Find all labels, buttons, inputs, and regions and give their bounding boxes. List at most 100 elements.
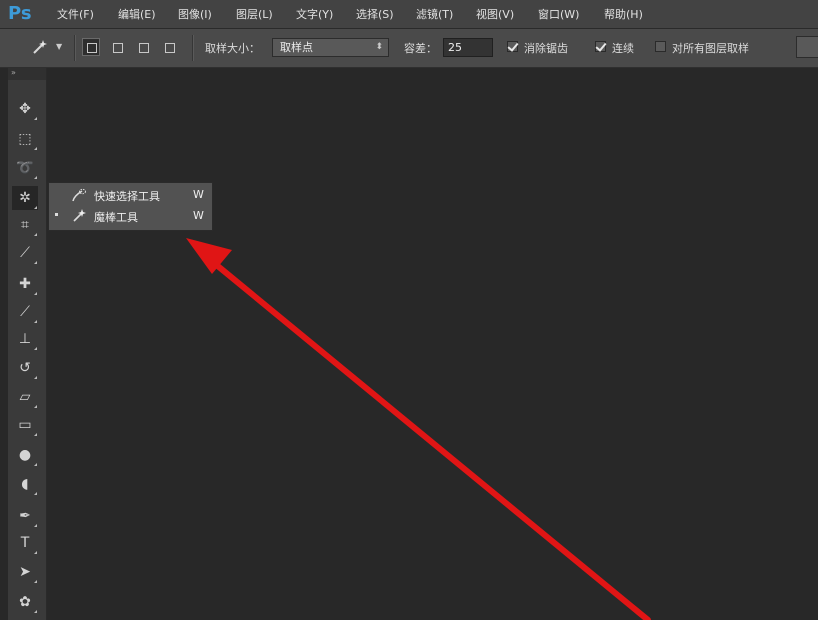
eraser-icon: ▱: [19, 389, 31, 405]
options-bar: ▼ 取样大小： 取样点 ⬍ 容差： 25 消除锯齿 连续 对所有图层取样: [0, 29, 818, 68]
tool-button[interactable]: ➰: [12, 156, 38, 180]
flyout-item-label: 快速选择工具: [94, 190, 160, 203]
flyout-item-shortcut: W: [193, 209, 204, 222]
contiguous-label: 连续: [612, 42, 634, 55]
more-tools-indicator-icon: [34, 176, 37, 179]
eyedropper-icon: ⟋: [20, 245, 30, 261]
more-tools-indicator-icon: [34, 433, 37, 436]
menu-file[interactable]: 文件(F): [57, 6, 94, 22]
more-tools-indicator-icon: [34, 292, 37, 295]
more-tools-indicator-icon: [34, 206, 37, 209]
tool-button[interactable]: ◖: [12, 472, 38, 496]
tolerance-input[interactable]: 25: [443, 38, 493, 57]
chevron-down-icon: ▼: [56, 42, 63, 51]
flyout-item-label: 魔棒工具: [94, 211, 138, 224]
more-tools-indicator-icon: [34, 524, 37, 527]
path-selection-icon: ➤: [19, 564, 31, 580]
sample-size-dropdown[interactable]: 取样点 ⬍: [272, 38, 389, 57]
pen-icon: ✒: [19, 508, 31, 524]
divider: [192, 35, 194, 61]
photoshop-logo: Ps: [8, 3, 32, 24]
tool-button[interactable]: ▭: [12, 413, 38, 437]
refine-edge-button[interactable]: [796, 36, 818, 58]
more-tools-indicator-icon: [34, 320, 37, 323]
tool-button[interactable]: ▱: [12, 385, 38, 409]
sample-all-layers-label: 对所有图层取样: [672, 42, 749, 55]
tool-button[interactable]: ⟋: [12, 300, 38, 324]
tool-button[interactable]: ✥: [12, 97, 38, 121]
move-icon: ✥: [19, 101, 31, 117]
tool-preset-picker[interactable]: ▼: [28, 37, 68, 59]
antialias-checkbox[interactable]: [507, 41, 518, 52]
more-tools-indicator-icon: [34, 610, 37, 613]
tool-button[interactable]: ✚: [12, 272, 38, 296]
clone-stamp-icon: ⊥: [18, 331, 32, 347]
menu-select[interactable]: 选择(S): [356, 6, 394, 22]
more-tools-indicator-icon: [34, 551, 37, 554]
sample-all-layers-checkbox[interactable]: [655, 41, 666, 52]
menu-bar: Ps 文件(F) 编辑(E) 图像(I) 图层(L) 文字(Y) 选择(S) 滤…: [0, 0, 818, 29]
dodge-icon: ◖: [21, 476, 29, 492]
new-selection-button[interactable]: [82, 38, 100, 56]
tool-flyout-menu: 快速选择工具 W 魔棒工具 W: [48, 182, 213, 231]
more-tools-indicator-icon: [34, 261, 37, 264]
tool-button[interactable]: ⬚: [12, 127, 38, 151]
menu-layer[interactable]: 图层(L): [236, 6, 273, 22]
more-tools-indicator-icon: [34, 580, 37, 583]
more-tools-indicator-icon: [34, 147, 37, 150]
menu-help[interactable]: 帮助(H): [604, 6, 643, 22]
history-brush-icon: ↺: [19, 360, 31, 376]
add-selection-button[interactable]: [108, 38, 126, 56]
menu-filter[interactable]: 滤镜(T): [416, 6, 453, 22]
tool-button[interactable]: ⊥: [12, 327, 38, 351]
tool-button[interactable]: ➤: [12, 560, 38, 584]
more-tools-indicator-icon: [34, 117, 37, 120]
divider: [74, 35, 76, 61]
sample-size-label: 取样大小：: [205, 42, 260, 55]
tool-button[interactable]: T: [12, 531, 38, 555]
menu-edit[interactable]: 编辑(E): [118, 6, 156, 22]
collapse-icon: »: [11, 68, 16, 77]
crop-icon: ⌗: [21, 217, 29, 233]
tool-button[interactable]: ↺: [12, 356, 38, 380]
tolerance-value: 25: [448, 41, 462, 54]
panel-grip[interactable]: »: [8, 68, 46, 80]
contiguous-checkbox[interactable]: [595, 41, 606, 52]
menu-window[interactable]: 窗口(W): [538, 6, 579, 22]
more-tools-indicator-icon: [34, 347, 37, 350]
magic-wand-icon: ✲: [19, 190, 31, 206]
quick-selection-icon: [72, 188, 86, 202]
menu-view[interactable]: 视图(V): [476, 6, 514, 22]
menu-type[interactable]: 文字(Y): [296, 6, 333, 22]
magic-wand-icon: [73, 209, 86, 222]
flyout-item-shortcut: W: [193, 188, 204, 201]
more-tools-indicator-icon: [34, 405, 37, 408]
tool-button[interactable]: ⌗: [12, 213, 38, 237]
intersect-selection-button[interactable]: [160, 38, 178, 56]
blur-icon: ●: [18, 447, 32, 463]
magic-wand-icon: [33, 40, 47, 54]
brush-icon: ⟋: [20, 304, 30, 320]
healing-brush-icon: ✚: [19, 276, 31, 292]
selected-bullet-icon: [55, 213, 58, 216]
tool-button[interactable]: ✲: [12, 186, 38, 210]
annotation-arrow: [186, 238, 651, 620]
more-tools-indicator-icon: [34, 492, 37, 495]
lasso-icon: ➰: [16, 160, 34, 176]
flyout-item-magic-wand[interactable]: 魔棒工具 W: [49, 206, 212, 226]
tool-button[interactable]: ✒: [12, 504, 38, 528]
tool-button[interactable]: ●: [12, 443, 38, 467]
tool-button[interactable]: ⟋: [12, 241, 38, 265]
shape-icon: ✿: [19, 594, 31, 610]
more-tools-indicator-icon: [34, 463, 37, 466]
updown-arrow-icon: ⬍: [375, 42, 383, 52]
sample-size-value: 取样点: [280, 41, 313, 54]
gradient-icon: ▭: [18, 417, 32, 433]
antialias-label: 消除锯齿: [524, 42, 568, 55]
tool-button[interactable]: ✿: [12, 590, 38, 614]
tolerance-label: 容差：: [404, 42, 437, 55]
menu-image[interactable]: 图像(I): [178, 6, 212, 22]
subtract-selection-button[interactable]: [134, 38, 152, 56]
marquee-icon: ⬚: [18, 131, 32, 147]
flyout-item-quick-selection[interactable]: 快速选择工具 W: [49, 185, 212, 205]
